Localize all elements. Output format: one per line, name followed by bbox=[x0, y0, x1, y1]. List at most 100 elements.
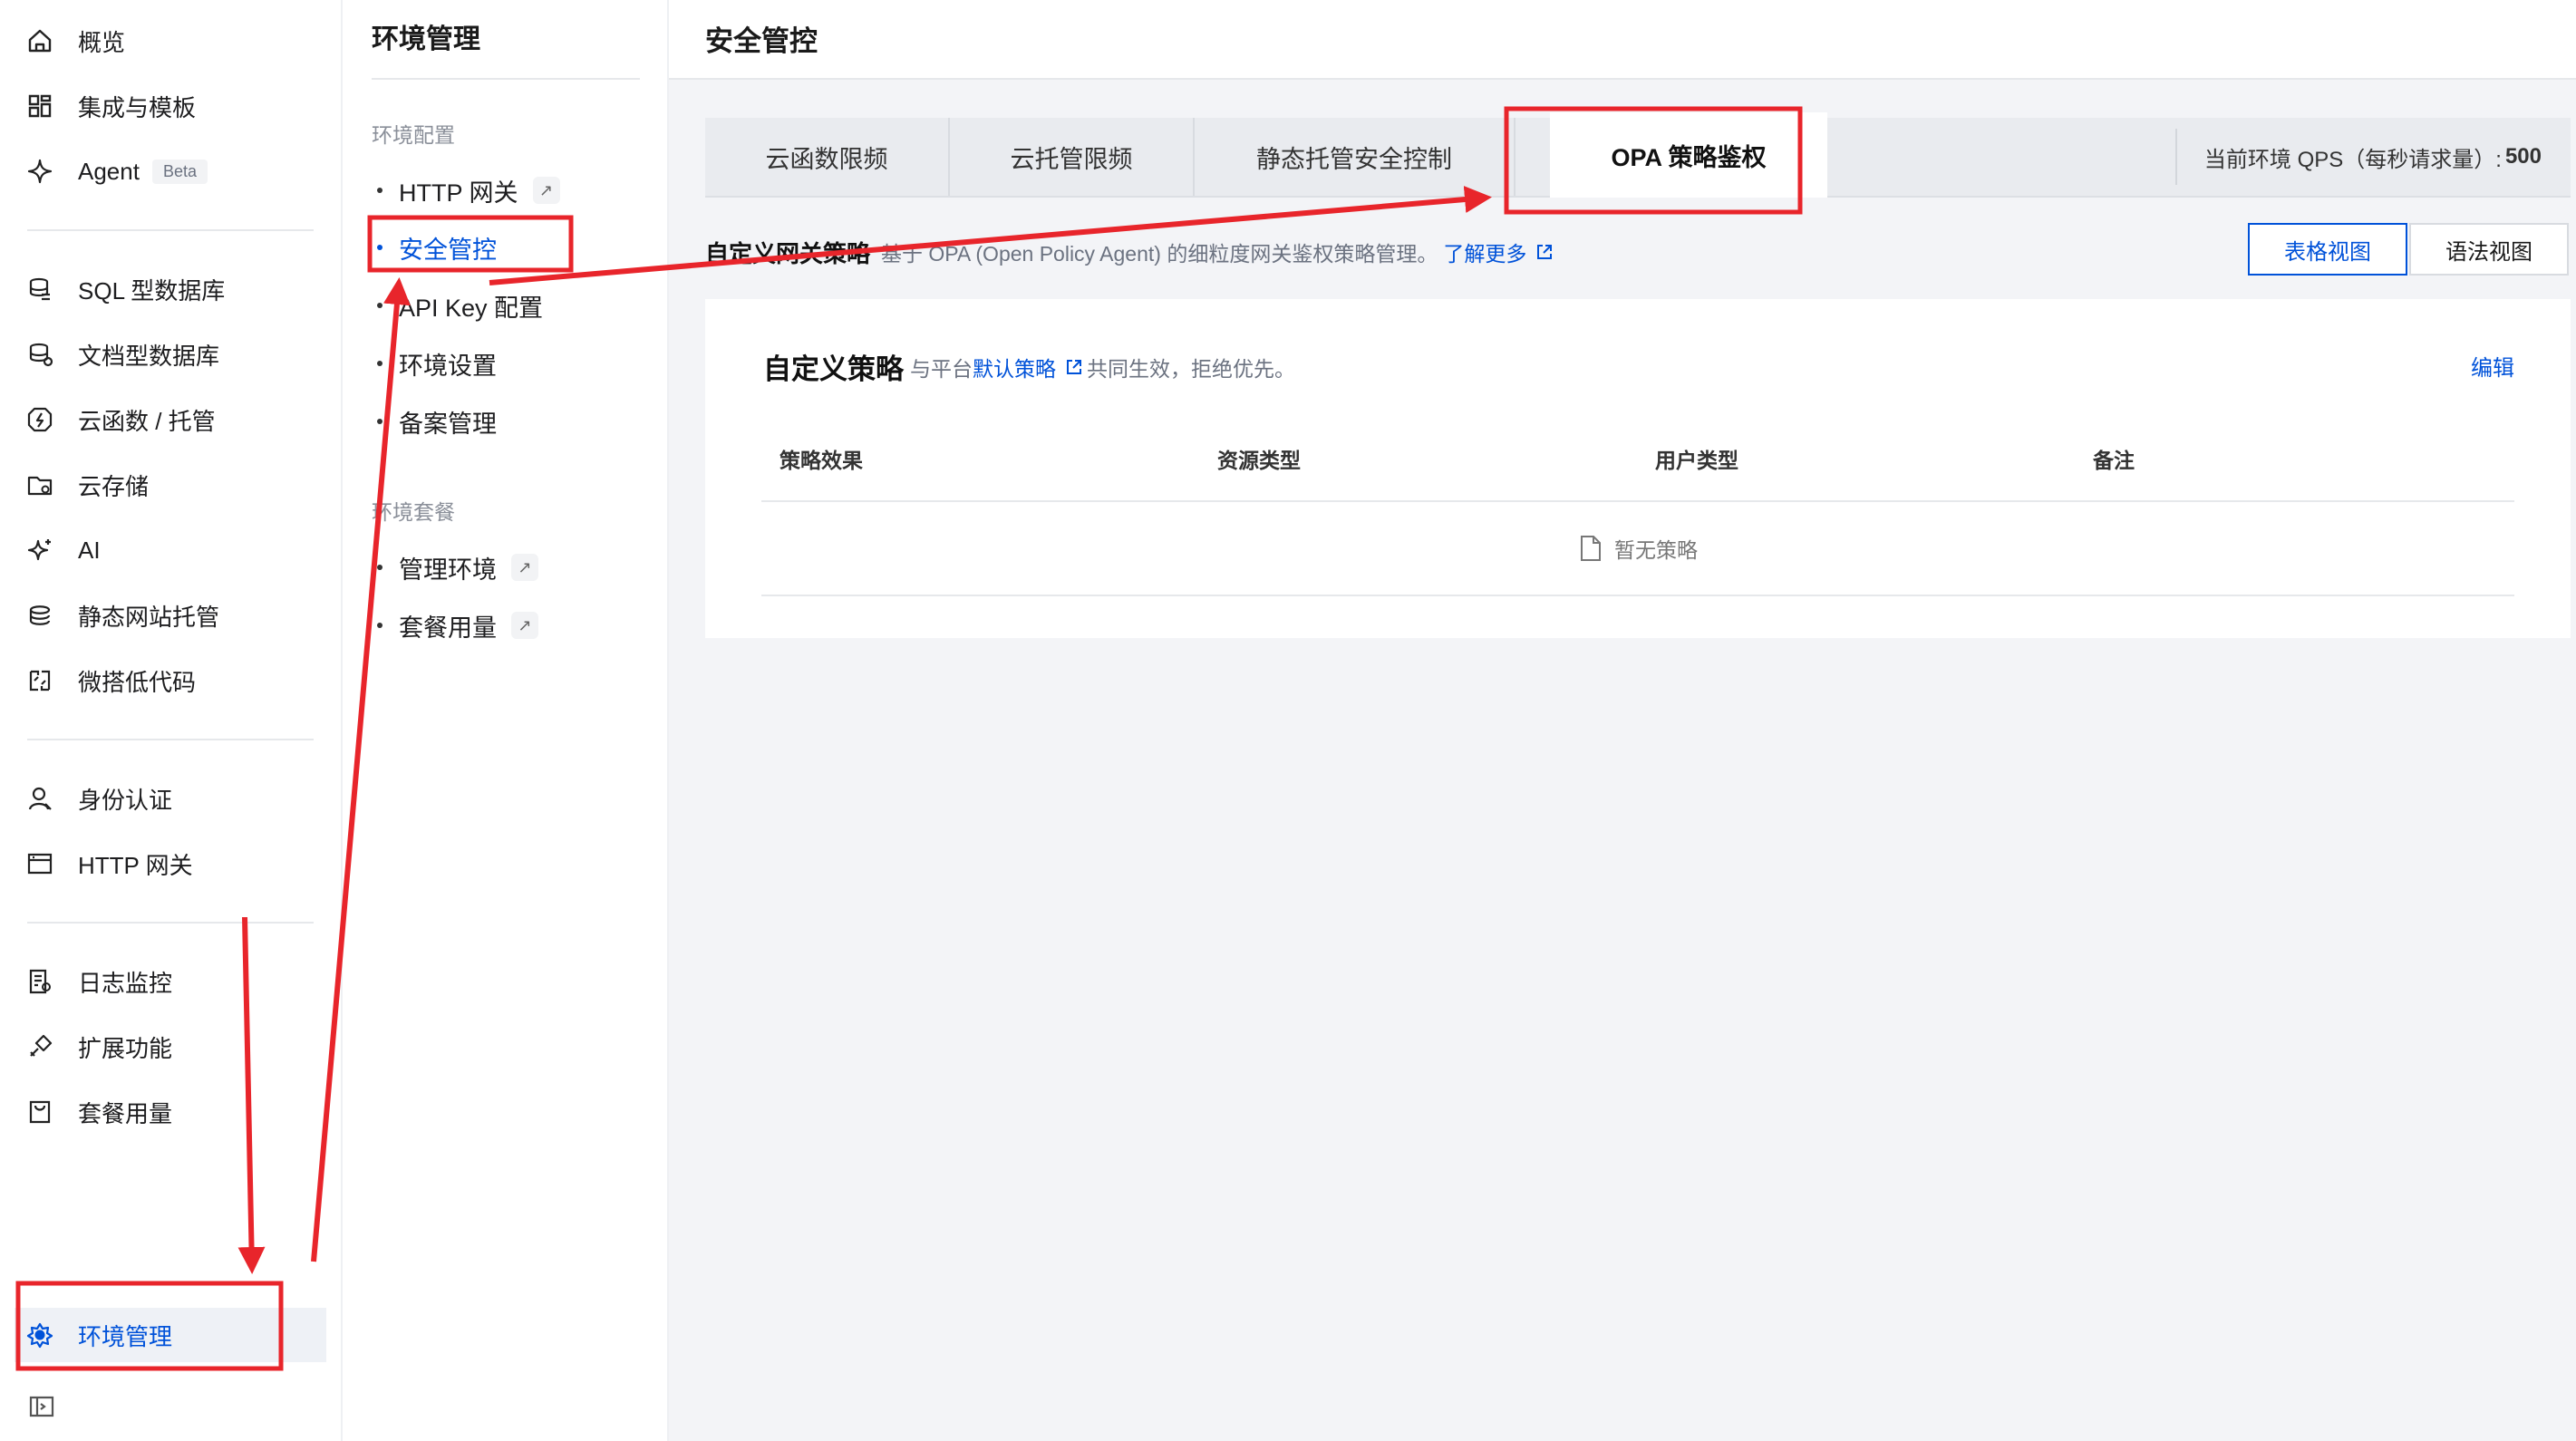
nav-item-static-hosting[interactable]: 静态网站托管 bbox=[24, 588, 315, 643]
main-content: 安全管控 云函数限频 云托管限频 静态托管安全控制 OPA 策略鉴权 当前环境 … bbox=[669, 0, 2576, 1441]
empty-text: 暂无策略 bbox=[1614, 538, 1698, 562]
sub-navigation: 环境管理 环境配置 HTTP 网关 ↗ 安全管控 API Key 配置 环境设置… bbox=[343, 0, 669, 1441]
nav-item-extensions[interactable]: 扩展功能 bbox=[24, 1020, 315, 1074]
policy-table-header: 策略效果 资源类型 用户类型 备注 bbox=[761, 417, 2514, 502]
subnav-item-manage-env[interactable]: 管理环境 ↗ bbox=[377, 545, 538, 590]
syntax-view-button[interactable]: 语法视图 bbox=[2409, 223, 2569, 276]
subnav-item-label: 安全管控 bbox=[399, 236, 497, 264]
column-header-resource-type: 资源类型 bbox=[1217, 449, 1301, 472]
external-link-icon: ↗ bbox=[511, 554, 538, 581]
nav-item-auth[interactable]: 身份认证 bbox=[24, 771, 315, 826]
function-icon bbox=[24, 403, 56, 436]
qps-separator bbox=[2175, 129, 2177, 185]
card-subtitle: 与平台 默认策略 共同生效，拒绝优先。 bbox=[910, 352, 1295, 382]
bullet bbox=[377, 245, 383, 250]
home-icon bbox=[24, 24, 56, 57]
nav-item-label: 日志监控 bbox=[78, 969, 173, 997]
nav-item-integrations[interactable]: 集成与模板 bbox=[24, 79, 315, 133]
nav-item-label: 集成与模板 bbox=[78, 93, 197, 121]
package-icon bbox=[24, 1096, 56, 1128]
left-navigation: 概览 集成与模板 Agent Beta SQL 型数据库 文档型数据库 云函数 … bbox=[0, 0, 343, 1441]
tab-bar: 云函数限频 云托管限频 静态托管安全控制 OPA 策略鉴权 当前环境 QPS（每… bbox=[705, 112, 2571, 198]
nav-item-log-monitor[interactable]: 日志监控 bbox=[24, 954, 315, 1009]
tab-function-rate-limit[interactable]: 云函数限频 bbox=[705, 118, 950, 196]
qps-value: 500 bbox=[2504, 144, 2542, 169]
page-header: 安全管控 bbox=[669, 0, 2576, 80]
nav-item-label: 文档型数据库 bbox=[78, 342, 220, 370]
nav-item-label: SQL 型数据库 bbox=[78, 276, 226, 305]
external-link-icon: ↗ bbox=[532, 177, 560, 204]
section-desc: 基于 OPA (Open Policy Agent) 的细粒度网关鉴权策略管理。 bbox=[881, 242, 1438, 266]
environment-gear-icon bbox=[24, 1319, 56, 1351]
nav-item-package-usage[interactable]: 套餐用量 bbox=[24, 1085, 315, 1139]
bullet bbox=[377, 188, 383, 193]
nav-item-cloud-storage[interactable]: 云存储 bbox=[24, 458, 315, 512]
nav-item-label: 环境管理 bbox=[78, 1322, 173, 1350]
nav-divider bbox=[27, 739, 314, 740]
subnav-item-http-gateway[interactable]: HTTP 网关 ↗ bbox=[377, 168, 560, 213]
section-description: 自定义网关策略 基于 OPA (Open Policy Agent) 的细粒度网… bbox=[705, 232, 1554, 272]
nav-item-agent[interactable]: Agent Beta bbox=[24, 144, 315, 198]
nav-item-http-gateway[interactable]: HTTP 网关 bbox=[24, 837, 315, 891]
column-header-user-type: 用户类型 bbox=[1655, 449, 1738, 472]
subnav-item-label: 套餐用量 bbox=[399, 614, 497, 642]
lowcode-icon bbox=[24, 664, 56, 697]
learn-more-link[interactable]: 了解更多 bbox=[1443, 237, 1554, 267]
empty-document-icon bbox=[1581, 536, 1601, 561]
default-policy-link[interactable]: 默认策略 bbox=[973, 352, 1087, 382]
folder-icon bbox=[24, 469, 56, 501]
subnav-item-api-key[interactable]: API Key 配置 bbox=[377, 283, 543, 328]
user-icon bbox=[24, 782, 56, 815]
table-view-button[interactable]: 表格视图 bbox=[2248, 223, 2407, 276]
tab-static-hosting-security[interactable]: 静态托管安全控制 bbox=[1195, 118, 1516, 196]
qps-label: 当前环境 QPS（每秒请求量）: bbox=[2203, 147, 2502, 172]
nav-item-environment[interactable]: 环境管理 bbox=[15, 1308, 326, 1362]
nav-item-label: Agent bbox=[78, 157, 140, 185]
tab-opa-policy-auth[interactable]: OPA 策略鉴权 bbox=[1550, 112, 1827, 198]
nav-item-sql-database[interactable]: SQL 型数据库 bbox=[24, 262, 315, 316]
bullet bbox=[377, 419, 383, 424]
empty-state: 暂无策略 bbox=[761, 502, 2514, 596]
qps-indicator: 当前环境 QPS（每秒请求量）: 500 bbox=[2204, 118, 2542, 196]
external-link-icon bbox=[1537, 245, 1553, 259]
nav-item-label: 身份认证 bbox=[78, 786, 173, 814]
nav-item-label: 微搭低代码 bbox=[78, 668, 197, 696]
nav-item-document-database[interactable]: 文档型数据库 bbox=[24, 327, 315, 382]
subnav-item-label: API Key 配置 bbox=[399, 294, 544, 322]
column-header-remark: 备注 bbox=[2093, 449, 2135, 472]
subnav-item-label: 环境设置 bbox=[399, 352, 497, 380]
bullet bbox=[377, 623, 383, 628]
external-link-icon bbox=[1067, 360, 1081, 374]
subnav-divider bbox=[372, 78, 640, 80]
nav-item-lowcode[interactable]: 微搭低代码 bbox=[24, 653, 315, 708]
column-header-effect: 策略效果 bbox=[780, 449, 863, 472]
sidebar-collapse-icon[interactable] bbox=[27, 1392, 56, 1421]
nav-item-label: 扩展功能 bbox=[78, 1034, 173, 1062]
nav-item-label: 静态网站托管 bbox=[78, 603, 220, 631]
subnav-item-env-settings[interactable]: 环境设置 bbox=[377, 341, 497, 386]
nav-item-ai[interactable]: AI bbox=[24, 523, 315, 577]
database-icon bbox=[24, 273, 56, 305]
grid-icon bbox=[24, 90, 56, 122]
external-link-icon: ↗ bbox=[511, 612, 538, 639]
subnav-item-filing[interactable]: 备案管理 bbox=[377, 399, 497, 444]
subtitle-prefix: 与平台 bbox=[910, 357, 973, 381]
extension-icon bbox=[24, 1030, 56, 1063]
nav-item-label: 云函数 / 托管 bbox=[78, 407, 216, 435]
subnav-item-security[interactable]: 安全管控 bbox=[377, 225, 497, 270]
group-label-env-config: 环境配置 bbox=[372, 123, 455, 147]
tab-container-rate-limit[interactable]: 云托管限频 bbox=[950, 118, 1195, 196]
page-title: 安全管控 bbox=[705, 25, 818, 57]
nav-divider bbox=[27, 922, 314, 924]
nav-item-overview[interactable]: 概览 bbox=[24, 14, 315, 68]
nav-item-label: 云存储 bbox=[78, 472, 150, 500]
learn-more-label: 了解更多 bbox=[1443, 242, 1527, 266]
edit-link[interactable]: 编辑 bbox=[2471, 350, 2514, 382]
bullet bbox=[377, 565, 383, 570]
subnav-item-label: HTTP 网关 bbox=[399, 179, 518, 207]
subnav-title: 环境管理 bbox=[372, 24, 480, 54]
hosting-icon bbox=[24, 599, 56, 632]
nav-item-cloud-function[interactable]: 云函数 / 托管 bbox=[24, 392, 315, 447]
subnav-item-package-usage[interactable]: 套餐用量 ↗ bbox=[377, 603, 538, 648]
nav-item-label: 概览 bbox=[78, 28, 126, 56]
